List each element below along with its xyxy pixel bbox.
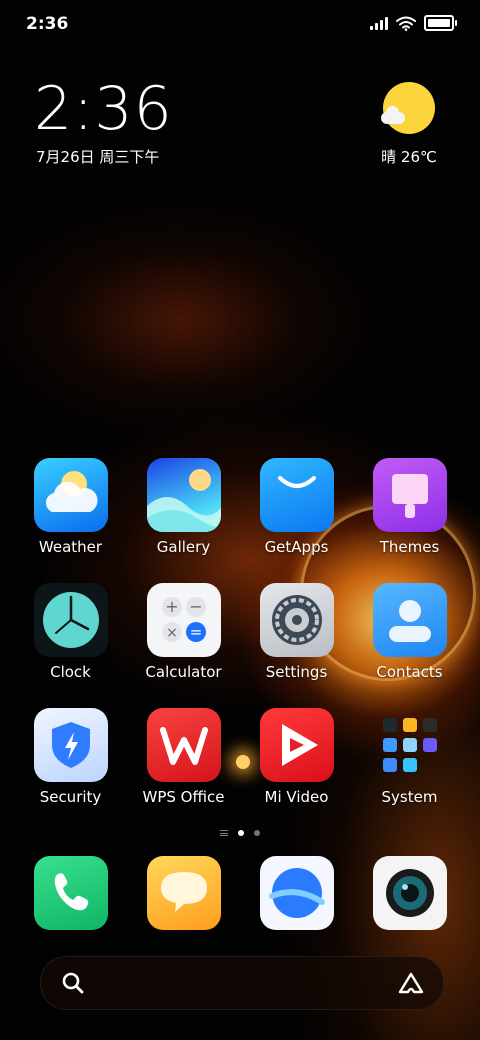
calculator-icon: + − × = bbox=[146, 583, 221, 657]
app-getapps[interactable]: GetApps bbox=[240, 458, 353, 583]
app-label: Calculator bbox=[145, 663, 222, 681]
gallery-icon bbox=[146, 458, 221, 532]
phone-icon bbox=[33, 856, 108, 930]
app-label: System bbox=[381, 788, 438, 806]
svg-text:+: + bbox=[165, 597, 178, 616]
dock-messages[interactable] bbox=[127, 856, 240, 930]
sunny-cloud-icon bbox=[381, 82, 435, 134]
mi-video-icon bbox=[259, 708, 334, 782]
app-label: WPS Office bbox=[142, 788, 225, 806]
weather-widget-text: 晴 26℃ bbox=[381, 148, 437, 166]
app-label: Weather bbox=[38, 538, 103, 556]
app-settings[interactable]: Settings bbox=[240, 583, 353, 708]
clock-widget-date[interactable]: 7月26日 周三下午 bbox=[36, 146, 159, 167]
status-bar: 2:36 bbox=[0, 0, 480, 50]
app-label: Contacts bbox=[376, 663, 443, 681]
search-icon[interactable] bbox=[61, 971, 85, 995]
page-dot-1 bbox=[238, 830, 244, 836]
app-calculator[interactable]: + − × = Calculator bbox=[127, 583, 240, 708]
app-label: Gallery bbox=[156, 538, 211, 556]
browser-icon bbox=[259, 856, 334, 930]
app-list-indicator-icon bbox=[220, 830, 228, 836]
app-label: Mi Video bbox=[264, 788, 329, 806]
themes-icon bbox=[372, 458, 447, 532]
page-dot-2 bbox=[254, 830, 260, 836]
clock-icon bbox=[33, 583, 108, 657]
status-time: 2:36 bbox=[26, 14, 69, 34]
wps-office-icon bbox=[146, 708, 221, 782]
app-contacts[interactable]: Contacts bbox=[353, 583, 466, 708]
camera-icon bbox=[372, 856, 447, 930]
app-label: Security bbox=[39, 788, 102, 806]
dock-phone[interactable] bbox=[14, 856, 127, 930]
battery-icon bbox=[424, 15, 457, 31]
search-bar[interactable] bbox=[40, 956, 444, 1010]
app-wps-office[interactable]: WPS Office bbox=[127, 708, 240, 833]
svg-text:×: × bbox=[166, 625, 178, 641]
app-label: Clock bbox=[50, 663, 91, 681]
dock-camera[interactable] bbox=[353, 856, 466, 930]
messages-icon bbox=[146, 856, 221, 930]
contacts-icon bbox=[372, 583, 447, 657]
page-indicator[interactable] bbox=[0, 830, 480, 836]
getapps-icon bbox=[259, 458, 334, 532]
app-label: Settings bbox=[265, 663, 328, 681]
app-grid: Weather Gallery GetApps Themes Clock + −… bbox=[14, 458, 466, 833]
dock-browser[interactable] bbox=[240, 856, 353, 930]
app-mi-video[interactable]: Mi Video bbox=[240, 708, 353, 833]
app-gallery[interactable]: Gallery bbox=[127, 458, 240, 583]
assistant-icon[interactable] bbox=[397, 971, 425, 995]
app-label: Themes bbox=[379, 538, 440, 556]
wifi-icon bbox=[396, 16, 416, 31]
security-shield-icon bbox=[33, 708, 108, 782]
app-clock[interactable]: Clock bbox=[14, 583, 127, 708]
app-themes[interactable]: Themes bbox=[353, 458, 466, 583]
weather-icon bbox=[33, 458, 108, 532]
weather-widget[interactable]: 晴 26℃ bbox=[374, 82, 444, 167]
app-label: GetApps bbox=[264, 538, 329, 556]
signal-icon bbox=[370, 16, 388, 30]
system-folder-icon bbox=[373, 708, 447, 782]
app-system-folder[interactable]: System bbox=[353, 708, 466, 833]
svg-text:−: − bbox=[189, 597, 202, 616]
clock-widget-time[interactable]: 2:36 bbox=[34, 76, 173, 142]
app-security[interactable]: Security bbox=[14, 708, 127, 833]
svg-text:=: = bbox=[189, 623, 202, 641]
dock bbox=[14, 856, 466, 930]
settings-gear-icon bbox=[259, 583, 334, 657]
app-weather[interactable]: Weather bbox=[14, 458, 127, 583]
